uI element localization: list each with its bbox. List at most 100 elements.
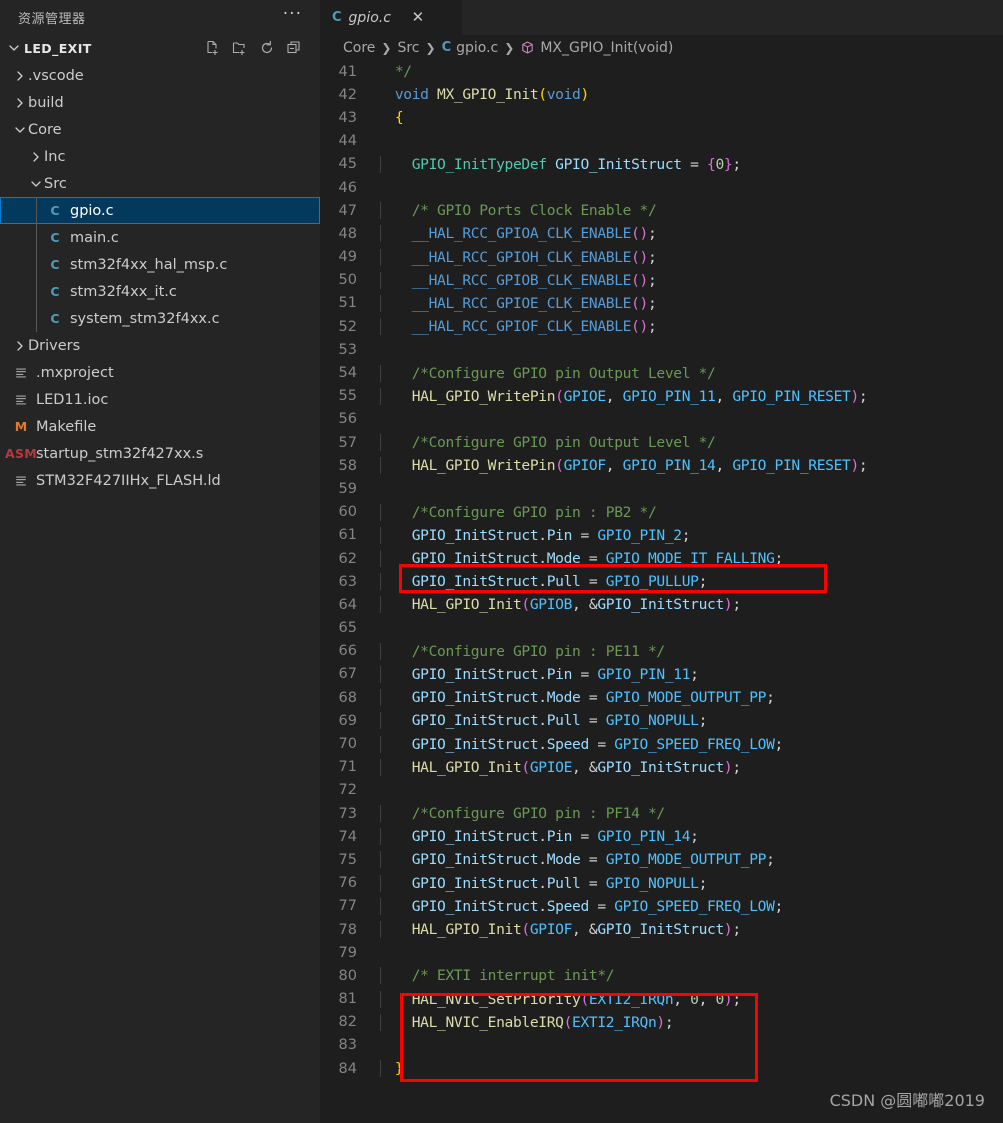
tree-item-system-stm32f4xx-c[interactable]: Csystem_stm32f4xx.c: [0, 305, 320, 332]
indent-guide: [380, 1060, 381, 1078]
code-line[interactable]: 52 __HAL_RCC_GPIOF_CLK_ENABLE();: [320, 315, 1003, 338]
chevron-down-icon[interactable]: [28, 176, 44, 192]
breadcrumb-item-src[interactable]: Src: [397, 40, 419, 56]
code-token: ;: [698, 712, 708, 730]
code-line[interactable]: 68 GPIO_InitStruct.Mode = GPIO_MODE_OUTP…: [320, 686, 1003, 709]
makefile-icon: M: [14, 419, 28, 434]
code-token: GPIO_InitStruct: [597, 596, 724, 614]
code-token: ;: [774, 897, 784, 915]
code-line[interactable]: 67 GPIO_InitStruct.Pin = GPIO_PIN_11;: [320, 663, 1003, 686]
code-line[interactable]: 48 __HAL_RCC_GPIOA_CLK_ENABLE();: [320, 222, 1003, 245]
explorer-more-actions-icon[interactable]: ···: [277, 5, 308, 26]
code-line[interactable]: 73 /*Configure GPIO pin : PF14 */: [320, 802, 1003, 825]
code-line[interactable]: 49 __HAL_RCC_GPIOH_CLK_ENABLE();: [320, 246, 1003, 269]
code-line[interactable]: 83: [320, 1034, 1003, 1057]
code-token: 0: [715, 990, 724, 1008]
close-icon[interactable]: ✕: [409, 10, 427, 25]
code-line[interactable]: 54 /*Configure GPIO pin Output Level */: [320, 361, 1003, 384]
tree-item-stm32f4xx-hal-msp-c[interactable]: Cstm32f4xx_hal_msp.c: [0, 251, 320, 278]
tab-gpio-c[interactable]: C gpio.c ✕: [320, 0, 462, 35]
tree-item-main-c[interactable]: Cmain.c: [0, 224, 320, 251]
code-line[interactable]: 63 GPIO_InitStruct.Pull = GPIO_PULLUP;: [320, 570, 1003, 593]
code-line[interactable]: 65: [320, 617, 1003, 640]
code-line[interactable]: 82 HAL_NVIC_EnableIRQ(EXTI2_IRQn);: [320, 1011, 1003, 1034]
code-line[interactable]: 43 {: [320, 106, 1003, 129]
code-line[interactable]: 53: [320, 338, 1003, 361]
code-line[interactable]: 51 __HAL_RCC_GPIOE_CLK_ENABLE();: [320, 292, 1003, 315]
code-line-text: GPIO_InitStruct.Mode = GPIO_MODE_IT_FALL…: [378, 550, 783, 568]
tree-item-build[interactable]: build: [0, 89, 320, 116]
code-line[interactable]: 56: [320, 408, 1003, 431]
code-token: GPIO_PIN_RESET: [732, 457, 851, 475]
line-number: 65: [338, 620, 357, 637]
code-line[interactable]: 69 GPIO_InitStruct.Pull = GPIO_NOPULL;: [320, 709, 1003, 732]
code-line[interactable]: 84 }: [320, 1057, 1003, 1080]
code-token: (: [631, 225, 640, 243]
code-token: =: [681, 155, 708, 173]
refresh-icon[interactable]: [259, 40, 275, 56]
code-line[interactable]: 61 GPIO_InitStruct.Pin = GPIO_PIN_2;: [320, 524, 1003, 547]
code-line[interactable]: 44: [320, 130, 1003, 153]
code-line[interactable]: 64 HAL_GPIO_Init(GPIOB, &GPIO_InitStruct…: [320, 593, 1003, 616]
code-line[interactable]: 45 GPIO_InitTypeDef GPIO_InitStruct = {0…: [320, 153, 1003, 176]
code-line[interactable]: 46: [320, 176, 1003, 199]
chevron-right-icon[interactable]: [12, 95, 28, 111]
tree-item-stm32f427iihx-flash-ld[interactable]: STM32F427IIHx_FLASH.ld: [0, 467, 320, 494]
code-line[interactable]: 41 */: [320, 60, 1003, 83]
tree-item-inc[interactable]: Inc: [0, 143, 320, 170]
code-line[interactable]: 72: [320, 779, 1003, 802]
chevron-right-icon[interactable]: [12, 338, 28, 354]
code-line[interactable]: 81 HAL_NVIC_SetPriority(EXTI2_IRQn, 0, 0…: [320, 988, 1003, 1011]
code-line[interactable]: 80 /* EXTI interrupt init*/: [320, 964, 1003, 987]
code-line[interactable]: 78 HAL_GPIO_Init(GPIOF, &GPIO_InitStruct…: [320, 918, 1003, 941]
code-line[interactable]: 42 void MX_GPIO_Init(void): [320, 83, 1003, 106]
code-line[interactable]: 70 GPIO_InitStruct.Speed = GPIO_SPEED_FR…: [320, 732, 1003, 755]
code-line[interactable]: 76 GPIO_InitStruct.Pull = GPIO_NOPULL;: [320, 872, 1003, 895]
tree-item-vscode[interactable]: .vscode: [0, 62, 320, 89]
code-line[interactable]: 58 HAL_GPIO_WritePin(GPIOF, GPIO_PIN_14,…: [320, 454, 1003, 477]
tree-item-drivers[interactable]: Drivers: [0, 332, 320, 359]
code-token: ,: [605, 387, 623, 405]
breadcrumb-item-core[interactable]: Core: [343, 40, 375, 56]
code-line[interactable]: 66 /*Configure GPIO pin : PE11 */: [320, 640, 1003, 663]
code-token: GPIO_PIN_14: [622, 457, 716, 475]
code-line[interactable]: 57 /*Configure GPIO pin Output Level */: [320, 431, 1003, 454]
code-token: ;: [732, 990, 741, 1008]
code-line[interactable]: 59: [320, 477, 1003, 500]
tree-item-startup-stm32f427xx-s[interactable]: ASM startup_stm32f427xx.s: [0, 440, 320, 467]
chevron-right-icon[interactable]: [12, 68, 28, 84]
code-line[interactable]: 60 /*Configure GPIO pin : PB2 */: [320, 501, 1003, 524]
tree-item-makefile[interactable]: M Makefile: [0, 413, 320, 440]
tree-item-mxproject[interactable]: .mxproject: [0, 359, 320, 386]
chevron-down-icon[interactable]: [12, 122, 28, 138]
tree-item-led11-ioc[interactable]: LED11.ioc: [0, 386, 320, 413]
indent-guide: [380, 828, 381, 846]
new-folder-icon[interactable]: [232, 40, 248, 56]
indent-guide: [36, 251, 37, 278]
code-line[interactable]: 75 GPIO_InitStruct.Mode = GPIO_MODE_OUTP…: [320, 848, 1003, 871]
code-token: Pull: [546, 874, 581, 892]
new-file-icon[interactable]: [205, 40, 221, 56]
code-viewport[interactable]: 41 */42 void MX_GPIO_Init(void) 43 {44 45 …: [320, 60, 1003, 1123]
tree-item-stm32f4xx-it-c[interactable]: Cstm32f4xx_it.c: [0, 278, 320, 305]
tree-item-gpio-c[interactable]: Cgpio.c: [0, 197, 320, 224]
code-line[interactable]: 74 GPIO_InitStruct.Pin = GPIO_PIN_14;: [320, 825, 1003, 848]
collapse-all-icon[interactable]: [286, 40, 302, 56]
code-line[interactable]: 71 HAL_GPIO_Init(GPIOE, &GPIO_InitStruct…: [320, 756, 1003, 779]
code-line[interactable]: 77 GPIO_InitStruct.Speed = GPIO_SPEED_FR…: [320, 895, 1003, 918]
tree-item-src[interactable]: Src: [0, 170, 320, 197]
code-line[interactable]: 47 /* GPIO Ports Clock Enable */: [320, 199, 1003, 222]
breadcrumb-item-symbol[interactable]: MX_GPIO_Init(void): [520, 40, 673, 56]
line-number: 66: [338, 643, 357, 660]
chevron-right-icon[interactable]: [28, 149, 44, 165]
workspace-root-row[interactable]: LED_EXIT: [0, 35, 320, 61]
breadcrumb-item-file[interactable]: gpio.c: [456, 40, 498, 56]
code-line[interactable]: 62 GPIO_InitStruct.Mode = GPIO_MODE_IT_F…: [320, 547, 1003, 570]
tree-item-label: startup_stm32f427xx.s: [36, 445, 204, 462]
code-line[interactable]: 55 HAL_GPIO_WritePin(GPIOE, GPIO_PIN_11,…: [320, 385, 1003, 408]
tree-item-core[interactable]: Core: [0, 116, 320, 143]
code-line[interactable]: 50 __HAL_RCC_GPIOB_CLK_ENABLE();: [320, 269, 1003, 292]
code-line[interactable]: 79: [320, 941, 1003, 964]
line-number: 46: [338, 179, 357, 196]
code-token: /*Configure GPIO pin Output Level */: [411, 434, 716, 452]
